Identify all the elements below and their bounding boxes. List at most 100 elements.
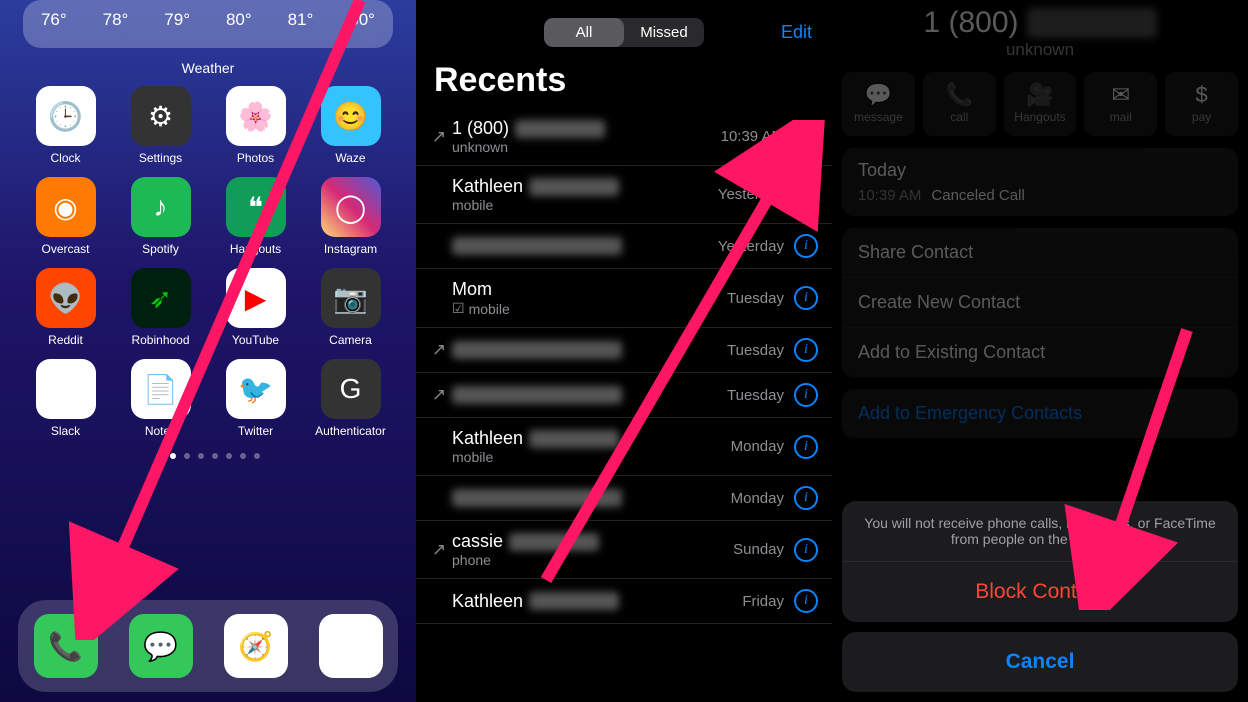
weather-temp: 80°: [226, 10, 252, 30]
app-label: Hangouts: [230, 242, 281, 256]
dock-app-safari[interactable]: 🧭: [224, 614, 288, 678]
dock-app-gmail[interactable]: M: [319, 614, 383, 678]
call-icon: 📞: [923, 82, 996, 108]
call-row[interactable]: KathleenFridayi: [416, 579, 832, 624]
action-label: pay: [1192, 110, 1211, 124]
info-icon[interactable]: i: [794, 234, 818, 258]
app-youtube[interactable]: ▶ YouTube: [208, 268, 303, 347]
redacted: [452, 237, 622, 255]
info-icon[interactable]: i: [794, 125, 818, 149]
info-icon[interactable]: i: [794, 538, 818, 562]
today-label: Today: [858, 160, 1222, 181]
call-status: Canceled Call: [931, 187, 1024, 204]
dock-app-messages[interactable]: 💬: [129, 614, 193, 678]
action-mail[interactable]: ✉mail: [1084, 72, 1157, 136]
call-sub: mobile: [452, 449, 731, 465]
info-icon[interactable]: i: [794, 183, 818, 207]
action-label: mail: [1110, 110, 1132, 124]
call-sub: unknown: [452, 139, 721, 155]
call-sub: ☑mobile: [452, 300, 727, 317]
block-contact-button[interactable]: Block Contact: [842, 562, 1238, 622]
action-message[interactable]: 💬message: [842, 72, 915, 136]
weather-widget[interactable]: 76°78°79°80°81°80°: [23, 0, 393, 48]
emergency-card: Add to Emergency Contacts: [842, 389, 1238, 438]
info-icon[interactable]: i: [794, 486, 818, 510]
app-instagram[interactable]: ◯Instagram: [303, 177, 398, 256]
page-indicator[interactable]: [0, 453, 416, 459]
tab-all[interactable]: All: [544, 18, 624, 47]
add-existing-contact-row[interactable]: Add to Existing Contact: [842, 328, 1238, 377]
call-row[interactable]: ↗Tuesdayi: [416, 373, 832, 418]
create-new-contact-row[interactable]: Create New Contact: [842, 278, 1238, 328]
dock-app-phone[interactable]: 📞: [34, 614, 98, 678]
call-name: Kathleen: [452, 176, 718, 197]
info-icon[interactable]: i: [794, 338, 818, 362]
dock: 📞 💬 🧭 M: [18, 600, 398, 692]
call-row[interactable]: KathleenmobileYesterdayi: [416, 166, 832, 224]
call-row[interactable]: ↗1 (800)unknown10:39 AMi: [416, 108, 832, 166]
add-emergency-contacts-row[interactable]: Add to Emergency Contacts: [842, 389, 1238, 438]
app-settings[interactable]: ⚙Settings: [113, 86, 208, 165]
app-clock[interactable]: 🕒Clock: [18, 86, 113, 165]
call-name: [452, 341, 727, 359]
action-Hangouts[interactable]: 🎥Hangouts: [1004, 72, 1077, 136]
call-row[interactable]: Yesterdayi: [416, 224, 832, 269]
app-label: Instagram: [324, 242, 377, 256]
action-pay[interactable]: $ pay: [1165, 72, 1238, 136]
app-authenticator[interactable]: GAuthenticator: [303, 359, 398, 438]
call-name: [452, 489, 731, 507]
app-camera[interactable]: 📷Camera: [303, 268, 398, 347]
youtube-icon: ▶: [226, 268, 286, 328]
call-sub: phone: [452, 552, 733, 568]
info-icon[interactable]: i: [794, 589, 818, 613]
pay-icon: $: [1165, 82, 1238, 108]
redacted: [529, 178, 619, 196]
call-row[interactable]: Mom☑mobileTuesdayi: [416, 269, 832, 328]
action-sheet-message: You will not receive phone calls, messag…: [842, 501, 1238, 562]
redacted: [529, 430, 619, 448]
call-name: [452, 237, 718, 255]
info-icon[interactable]: i: [794, 286, 818, 310]
contact-detail-screen: 1 (800) unknown 💬message📞call🎥Hangouts✉m…: [832, 0, 1248, 702]
app-robinhood[interactable]: ➶Robinhood: [113, 268, 208, 347]
info-icon[interactable]: i: [794, 383, 818, 407]
app-label: YouTube: [232, 333, 279, 347]
edit-button[interactable]: Edit: [781, 22, 812, 43]
tab-missed[interactable]: Missed: [624, 18, 704, 47]
weather-temp: 78°: [103, 10, 129, 30]
app-twitter[interactable]: 🐦Twitter: [208, 359, 303, 438]
call-row[interactable]: KathleenmobileMondayi: [416, 418, 832, 476]
contact-header: 1 (800) unknown: [832, 0, 1248, 60]
app-notes[interactable]: 📄 Notes: [113, 359, 208, 438]
info-icon[interactable]: i: [794, 435, 818, 459]
cancel-button[interactable]: Cancel: [842, 632, 1238, 692]
redacted: [509, 533, 599, 551]
share-contact-row[interactable]: Share Contact: [842, 228, 1238, 278]
call-row[interactable]: ↗cassiephoneSundayi: [416, 521, 832, 579]
app-hangouts[interactable]: ❝Hangouts: [208, 177, 303, 256]
app-label: Notes: [145, 424, 176, 438]
call-name: Kathleen: [452, 591, 742, 612]
call-history-card: Today 10:39 AMCanceled Call: [842, 148, 1238, 216]
notes-icon: 📄: [131, 359, 191, 419]
action-label: message: [854, 110, 903, 124]
segmented-control[interactable]: All Missed: [544, 18, 704, 47]
call-time: 10:39 AM: [721, 128, 784, 145]
contact-options-card: Share Contact Create New Contact Add to …: [842, 228, 1238, 377]
call-time: Friday: [742, 593, 784, 610]
outgoing-call-icon: ↗: [426, 127, 452, 147]
app-slack[interactable]: ⌗Slack: [18, 359, 113, 438]
authenticator-icon: G: [321, 359, 381, 419]
app-spotify[interactable]: ♪Spotify: [113, 177, 208, 256]
app-overcast[interactable]: ◉Overcast: [18, 177, 113, 256]
contact-number-prefix: 1 (800): [923, 6, 1018, 40]
app-waze[interactable]: 😊Waze: [303, 86, 398, 165]
page-title: Recents: [416, 47, 832, 108]
app-photos[interactable]: 🌸Photos: [208, 86, 303, 165]
action-call[interactable]: 📞call: [923, 72, 996, 136]
call-row[interactable]: Mondayi: [416, 476, 832, 521]
contact-unknown-label: unknown: [832, 40, 1248, 60]
call-row[interactable]: ↗Tuesdayi: [416, 328, 832, 373]
call-time: Monday: [731, 438, 784, 455]
app-reddit[interactable]: 👽Reddit: [18, 268, 113, 347]
